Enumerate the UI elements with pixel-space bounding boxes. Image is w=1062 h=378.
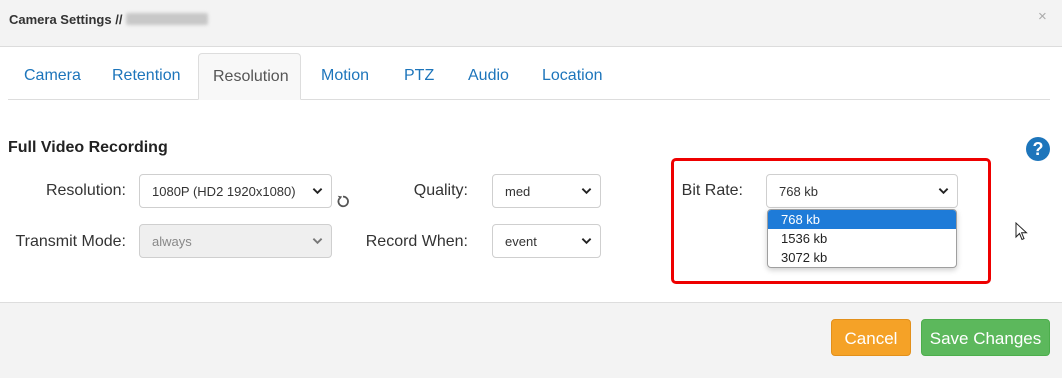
record-when-select[interactable]: event <box>492 224 601 258</box>
tab-location[interactable]: Location <box>542 53 603 99</box>
resolution-value: 1080P (HD2 1920x1080) <box>152 184 296 199</box>
record-when-value: event <box>505 234 537 249</box>
transmit-mode-select: always <box>139 224 332 258</box>
modal-header: Camera Settings // × <box>0 0 1062 47</box>
chevron-down-icon <box>312 188 323 195</box>
tab-ptz[interactable]: PTZ <box>404 53 434 99</box>
tab-retention[interactable]: Retention <box>112 53 181 99</box>
tab-resolution[interactable]: Resolution <box>198 53 301 100</box>
tab-bar: Camera Retention Resolution Motion PTZ A… <box>8 53 1050 100</box>
redacted-camera-name <box>126 13 209 25</box>
modal-title: Camera Settings // <box>9 12 209 27</box>
tab-camera[interactable]: Camera <box>24 53 81 99</box>
quality-select[interactable]: med <box>492 174 601 208</box>
section-title: Full Video Recording <box>8 139 168 156</box>
transmit-mode-value: always <box>152 234 192 249</box>
cancel-button[interactable]: Cancel <box>831 319 911 356</box>
help-icon[interactable]: ? <box>1026 137 1050 161</box>
record-when-label: Record When: <box>365 233 468 250</box>
resolution-label: Resolution: <box>45 182 126 199</box>
quality-label: Quality: <box>413 182 468 199</box>
quality-value: med <box>505 184 531 199</box>
close-icon[interactable]: × <box>1038 8 1047 25</box>
tab-motion[interactable]: Motion <box>321 53 369 99</box>
chevron-down-icon <box>312 238 323 245</box>
save-changes-button[interactable]: Save Changes <box>921 319 1050 356</box>
reset-icon[interactable] <box>336 194 350 208</box>
resolution-select[interactable]: 1080P (HD2 1920x1080) <box>139 174 332 208</box>
modal-title-text: Camera Settings // <box>9 12 123 27</box>
highlight-box <box>671 158 991 284</box>
mouse-cursor-icon <box>1015 222 1028 241</box>
chevron-down-icon <box>581 188 592 195</box>
chevron-down-icon <box>581 238 592 245</box>
tab-audio[interactable]: Audio <box>468 53 509 99</box>
transmit-mode-label: Transmit Mode: <box>15 233 126 250</box>
